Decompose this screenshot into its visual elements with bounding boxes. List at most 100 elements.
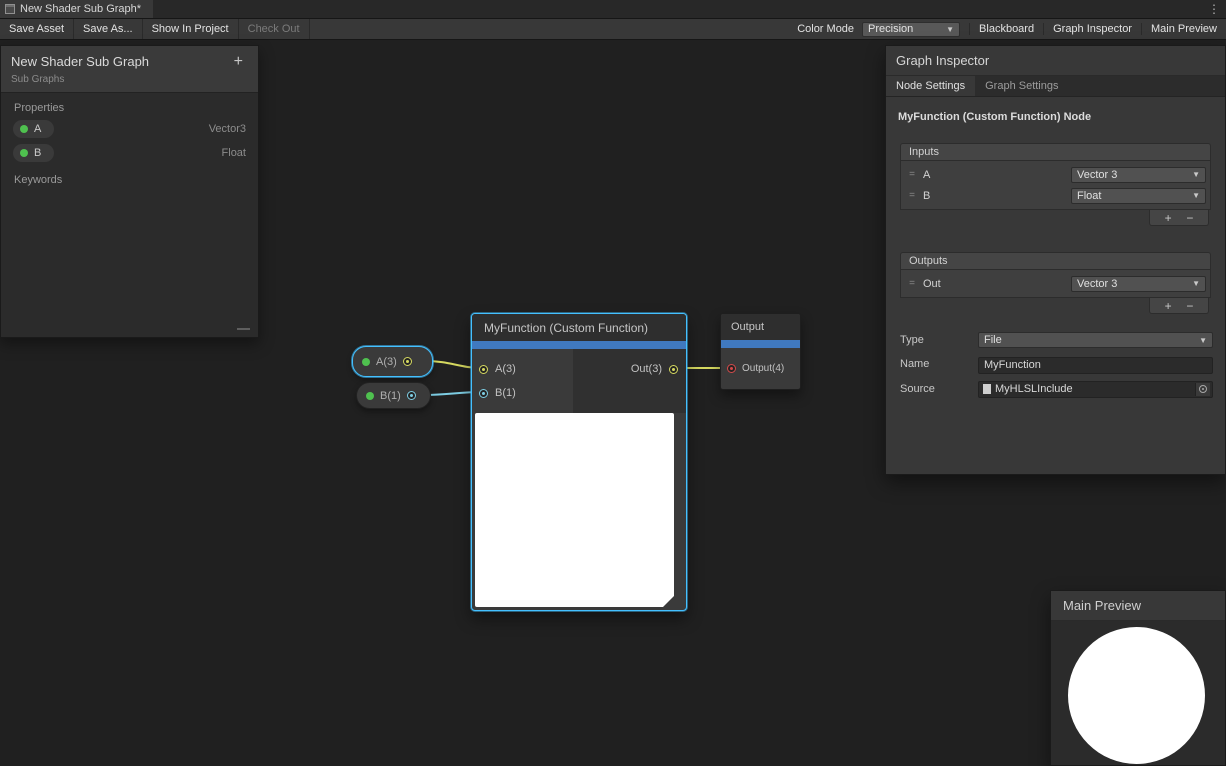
- blackboard-resize-handle[interactable]: [237, 328, 250, 330]
- main-preview-title: Main Preview: [1063, 598, 1141, 613]
- port-a-input-icon[interactable]: [479, 365, 488, 374]
- remove-input-button[interactable]: −: [1186, 211, 1193, 225]
- color-mode-dropdown[interactable]: Precision ▼: [862, 22, 960, 37]
- add-output-button[interactable]: +: [1165, 299, 1172, 313]
- graph-inspector-panel: Graph Inspector Node Settings Graph Sett…: [885, 45, 1226, 475]
- source-object-field[interactable]: MyHLSLInclude: [978, 381, 1213, 398]
- name-field[interactable]: [978, 357, 1213, 374]
- graph-inspector-titlebar[interactable]: Graph Inspector: [886, 46, 1225, 76]
- preview-resize-handle[interactable]: [663, 596, 674, 607]
- shader-graph-window-icon: [5, 4, 15, 14]
- main-preview-panel: Main Preview: [1050, 590, 1226, 766]
- graph-inspector-content: MyFunction (Custom Function) Node Inputs…: [886, 97, 1225, 398]
- main-preview-toggle-button[interactable]: Main Preview: [1141, 23, 1226, 35]
- tab-node-settings[interactable]: Node Settings: [886, 76, 975, 96]
- input-port-b-label: B(1): [495, 387, 516, 399]
- hlsl-file-icon: [983, 384, 991, 394]
- node-myfunction-ports: A(3) B(1) Out(3): [472, 349, 686, 413]
- output-port-row: Out(3): [573, 357, 686, 381]
- blackboard-toggle-button[interactable]: Blackboard: [969, 23, 1043, 35]
- blackboard-subtitle: Sub Graphs: [11, 74, 248, 85]
- blackboard-property-row: A Vector3: [1, 117, 258, 141]
- custom-function-fields: Type File ▼ Name Source: [898, 332, 1213, 398]
- save-as-button[interactable]: Save As...: [74, 19, 143, 39]
- graph-inspector-toggle-button[interactable]: Graph Inspector: [1043, 23, 1141, 35]
- chevron-down-icon: ▼: [1199, 336, 1207, 345]
- window-menu-icon[interactable]: ⋮: [1208, 0, 1220, 19]
- properties-section-label: Properties: [1, 93, 258, 117]
- property-node-a[interactable]: A(3): [352, 346, 433, 377]
- property-node-a-label: A(3): [376, 356, 397, 368]
- output-port-label: Output(4): [742, 363, 784, 374]
- object-picker-icon[interactable]: [1195, 383, 1210, 396]
- main-preview-titlebar[interactable]: Main Preview: [1051, 591, 1225, 621]
- outputs-list: Outputs = Out Vector 3 ▼ + −: [900, 252, 1211, 314]
- output-out-name: Out: [923, 278, 1067, 290]
- blackboard-title: New Shader Sub Graph: [11, 54, 149, 69]
- toolbar-left-group: Save Asset Save As... Show In Project Ch…: [0, 19, 310, 39]
- color-mode-label: Color Mode: [789, 23, 862, 35]
- add-property-button[interactable]: +: [229, 55, 248, 69]
- inputs-list-header: Inputs: [900, 143, 1211, 160]
- add-input-button[interactable]: +: [1165, 211, 1172, 225]
- remove-output-button[interactable]: −: [1186, 299, 1193, 313]
- source-field-row: Source MyHLSLInclude: [898, 381, 1213, 398]
- port-b-output-icon[interactable]: [407, 391, 416, 400]
- property-dot-icon: [366, 392, 374, 400]
- show-in-project-button[interactable]: Show In Project: [143, 19, 239, 39]
- property-a-name: A: [34, 123, 41, 135]
- node-preview: [475, 413, 674, 607]
- graph-inspector-title: Graph Inspector: [896, 53, 989, 68]
- drag-handle-icon[interactable]: =: [905, 169, 919, 180]
- property-dot-icon: [20, 125, 28, 133]
- node-myfunction[interactable]: MyFunction (Custom Function) A(3) B(1) O…: [471, 313, 687, 611]
- property-pill-b[interactable]: B: [13, 144, 54, 162]
- window-tab-bar: New Shader Sub Graph* ⋮: [0, 0, 1226, 19]
- property-pill-a[interactable]: A: [13, 120, 54, 138]
- input-a-type-value: Vector 3: [1077, 169, 1117, 181]
- window-tab-title: New Shader Sub Graph*: [20, 3, 141, 15]
- type-dropdown[interactable]: File ▼: [978, 332, 1213, 348]
- output-out-type-dropdown[interactable]: Vector 3 ▼: [1071, 276, 1206, 292]
- node-accent-bar: [472, 341, 686, 349]
- input-ports-column: A(3) B(1): [472, 349, 573, 413]
- port-output4-input-icon[interactable]: [727, 364, 736, 373]
- window-tab[interactable]: New Shader Sub Graph*: [0, 0, 153, 18]
- save-asset-button[interactable]: Save Asset: [0, 19, 74, 39]
- blackboard-header[interactable]: New Shader Sub Graph + Sub Graphs: [1, 46, 258, 93]
- inputs-list-row: = A Vector 3 ▼: [905, 164, 1206, 185]
- inputs-list: Inputs = A Vector 3 ▼ = B Float ▼: [900, 143, 1211, 226]
- type-value: File: [984, 334, 1002, 346]
- node-output-port-row: Output(4): [721, 348, 800, 389]
- port-b-input-icon[interactable]: [479, 389, 488, 398]
- property-node-b-label: B(1): [380, 390, 401, 402]
- node-output-title: Output: [731, 321, 764, 333]
- type-field-row: Type File ▼: [898, 332, 1213, 348]
- property-dot-icon: [20, 149, 28, 157]
- input-a-type-dropdown[interactable]: Vector 3 ▼: [1071, 167, 1206, 183]
- node-output-header[interactable]: Output: [721, 314, 800, 340]
- keywords-section-label: Keywords: [1, 165, 258, 189]
- port-a-output-icon[interactable]: [403, 357, 412, 366]
- tab-graph-settings[interactable]: Graph Settings: [975, 76, 1068, 96]
- check-out-button: Check Out: [239, 19, 310, 39]
- output-out-type-value: Vector 3: [1077, 278, 1117, 290]
- property-node-b[interactable]: B(1): [356, 382, 431, 409]
- node-myfunction-title: MyFunction (Custom Function): [484, 321, 648, 335]
- input-port-row: B(1): [472, 381, 573, 405]
- input-b-type-dropdown[interactable]: Float ▼: [1071, 188, 1206, 204]
- drag-handle-icon[interactable]: =: [905, 278, 919, 289]
- property-a-type: Vector3: [209, 123, 246, 135]
- port-out-output-icon[interactable]: [669, 365, 678, 374]
- node-myfunction-header[interactable]: MyFunction (Custom Function): [472, 314, 686, 341]
- name-label: Name: [898, 358, 978, 370]
- property-dot-icon: [362, 358, 370, 366]
- property-b-type: Float: [222, 147, 246, 159]
- node-output[interactable]: Output Output(4): [720, 313, 801, 390]
- output-ports-column: Out(3): [573, 349, 686, 413]
- outputs-list-footer: + −: [900, 298, 1211, 314]
- output-port-out-label: Out(3): [631, 363, 662, 375]
- inputs-list-footer: + −: [900, 210, 1211, 226]
- drag-handle-icon[interactable]: =: [905, 190, 919, 201]
- toolbar-right-group: Color Mode Precision ▼ Blackboard Graph …: [789, 19, 1226, 39]
